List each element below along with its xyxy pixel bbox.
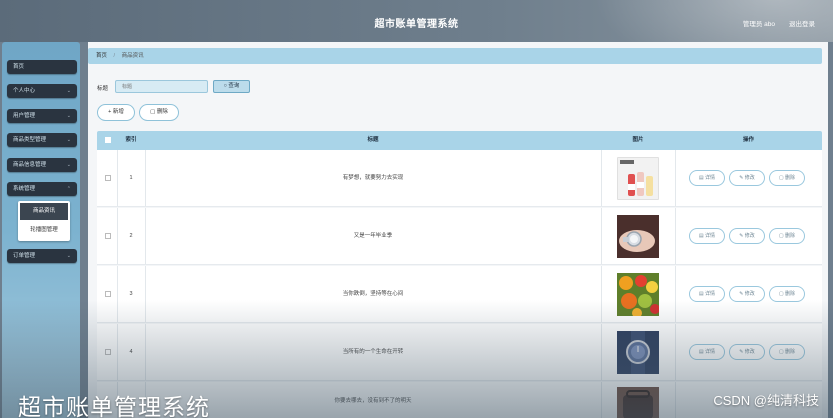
- trash-icon: ▢: [150, 109, 156, 115]
- plus-icon: +: [108, 109, 112, 115]
- sidebar-item-product-type[interactable]: 商品类型管理 ⌄: [7, 133, 77, 147]
- chevron-down-icon: ⌄: [66, 113, 71, 119]
- breadcrumb: 首页 / 商品资讯: [88, 48, 822, 64]
- product-image: [617, 273, 660, 318]
- header-title: 标题: [367, 137, 379, 143]
- system-submenu: 商品资讯 轮播图管理: [18, 201, 70, 241]
- main-content: 首页 / 商品资讯 标题 ○ 查询 + 新增 ▢ 删除 索引 标题 图片 操作 …: [88, 42, 828, 418]
- chevron-down-icon: ⌄: [66, 162, 71, 168]
- row-index: 3: [129, 291, 133, 297]
- breadcrumb-home[interactable]: 首页: [96, 53, 107, 59]
- detail-button[interactable]: ▤ 详情: [689, 286, 725, 302]
- app-title: 超市账单管理系统: [374, 19, 459, 30]
- search-button-label: 查询: [228, 83, 240, 89]
- table-row: 1 有梦想，就要努力去实现 ▤ 详情 ✎ 修改 ▢ 删除: [97, 150, 822, 207]
- search-icon: ○: [223, 83, 227, 89]
- search-input[interactable]: [115, 80, 208, 93]
- video-caption: 超市账单管理系统: [18, 394, 210, 418]
- sidebar-item-orders[interactable]: 订单管理 ⌄: [7, 249, 77, 263]
- product-image: [617, 157, 659, 200]
- table-row: 2 又是一年毕业季 ▤ 详情 ✎ 修改 ▢ 删除: [97, 208, 822, 265]
- row-index: 1: [129, 175, 133, 181]
- add-button[interactable]: + 新增: [97, 104, 135, 121]
- row-title: 又是一年毕业季: [353, 233, 393, 239]
- product-image: [617, 215, 659, 258]
- row-checkbox[interactable]: [105, 233, 111, 239]
- csdn-watermark: CSDN @纯清科技: [713, 393, 819, 408]
- row-checkbox[interactable]: [105, 291, 111, 297]
- sidebar-item-user-management[interactable]: 用户管理 ⌄: [7, 109, 77, 123]
- chevron-up-icon: ⌃: [66, 186, 71, 192]
- row-delete-button[interactable]: ▢ 删除: [769, 228, 805, 244]
- row-index: 4: [129, 349, 133, 355]
- row-checkbox[interactable]: [105, 349, 111, 355]
- edit-button[interactable]: ✎ 修改: [729, 344, 765, 360]
- sidebar-item-personal-center[interactable]: 个人中心 ⌄: [7, 84, 77, 98]
- chevron-down-icon: ⌄: [66, 253, 71, 259]
- row-checkbox[interactable]: [105, 175, 111, 181]
- header-image: 图片: [632, 137, 644, 143]
- submenu-item-product-news[interactable]: 商品资讯: [20, 203, 68, 220]
- sidebar-item-product-info[interactable]: 商品信息管理 ⌄: [7, 158, 77, 172]
- delete-button[interactable]: ▢ 删除: [139, 104, 179, 121]
- row-delete-button[interactable]: ▢ 删除: [769, 286, 805, 302]
- product-image: [617, 387, 659, 418]
- sidebar-item-label: 商品类型管理: [13, 137, 47, 143]
- row-title: 你要去哪去，没有到不了的明天: [334, 398, 412, 404]
- top-header: 超市账单管理系统 管理员 abo 退出登录: [0, 0, 833, 42]
- row-title: 当你跌倒，坚持等在心间: [342, 291, 404, 297]
- logout-link[interactable]: 退出登录: [789, 18, 815, 28]
- breadcrumb-current: 商品资讯: [121, 53, 144, 59]
- row-title: 当所有的一个生命在开转: [342, 349, 404, 355]
- row-delete-button[interactable]: ▢ 删除: [769, 344, 805, 360]
- sidebar-item-label: 订单管理: [13, 253, 36, 259]
- sidebar-item-home[interactable]: 首页: [7, 60, 77, 74]
- table-row: 4 当所有的一个生命在开转 ▤ 详情 ✎ 修改 ▢ 删除: [97, 324, 822, 381]
- submenu-item-carousel[interactable]: 轮播图管理: [20, 222, 68, 239]
- sidebar-item-system[interactable]: 系统管理 ⌃: [7, 182, 77, 196]
- chevron-down-icon: ⌄: [66, 137, 71, 143]
- sidebar-item-label: 系统管理: [13, 186, 36, 192]
- product-image: [617, 331, 659, 374]
- detail-button[interactable]: ▤ 详情: [689, 344, 725, 360]
- sidebar-item-label: 首页: [13, 64, 25, 70]
- sidebar-item-label: 个人中心: [13, 88, 36, 94]
- row-index: 2: [129, 233, 133, 239]
- sidebar-item-label: 商品信息管理: [13, 162, 47, 168]
- current-user: 管理员 abo: [742, 21, 775, 28]
- edit-button[interactable]: ✎ 修改: [729, 170, 765, 186]
- row-delete-button[interactable]: ▢ 删除: [769, 170, 805, 186]
- table-header: 索引 标题 图片 操作: [97, 131, 822, 150]
- select-all-checkbox[interactable]: [103, 131, 113, 150]
- header-actions: 操作: [742, 137, 754, 143]
- search-button[interactable]: ○ 查询: [213, 80, 250, 93]
- detail-button[interactable]: ▤ 详情: [689, 228, 725, 244]
- edit-button[interactable]: ✎ 修改: [729, 228, 765, 244]
- edit-button[interactable]: ✎ 修改: [729, 286, 765, 302]
- delete-button-label: 删除: [156, 109, 168, 115]
- sidebar: 首页 个人中心 ⌄ 用户管理 ⌄ 商品类型管理 ⌄ 商品信息管理 ⌄ 系统管理 …: [2, 42, 80, 418]
- chevron-down-icon: ⌄: [66, 88, 71, 94]
- breadcrumb-separator: /: [113, 53, 116, 59]
- detail-button[interactable]: ▤ 详情: [689, 170, 725, 186]
- table-row: 3 当你跌倒，坚持等在心间 ▤ 详情 ✎ 修改 ▢ 删除: [97, 266, 822, 323]
- sidebar-item-label: 用户管理: [13, 113, 36, 119]
- row-title: 有梦想，就要努力去实现: [342, 175, 404, 181]
- add-button-label: 新增: [112, 109, 124, 115]
- header-index: 索引: [125, 137, 137, 143]
- search-label: 标题: [97, 86, 109, 92]
- news-table: 索引 标题 图片 操作 1 有梦想，就要努力去实现 ▤ 详情 ✎ 修改 ▢ 删除…: [97, 131, 822, 418]
